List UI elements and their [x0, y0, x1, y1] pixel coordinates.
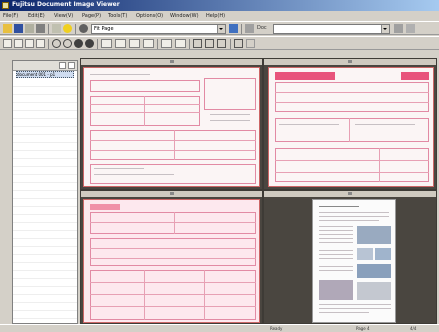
form-page-2 — [268, 67, 434, 187]
copy-icon[interactable] — [52, 24, 61, 33]
prev-icon[interactable] — [74, 39, 83, 48]
settings-icon[interactable] — [79, 24, 88, 33]
app-icon — [2, 2, 9, 9]
go-icon[interactable] — [394, 24, 403, 33]
menu-tools[interactable]: Tools(T) — [108, 13, 127, 19]
form-page-3 — [83, 199, 260, 323]
status-zoom: 4/4 — [410, 326, 417, 331]
chevron-down-icon[interactable] — [381, 25, 389, 33]
list-item[interactable]: document 001 - p1 — [16, 71, 74, 78]
single-page-icon[interactable] — [101, 39, 112, 48]
annotate-icon[interactable] — [217, 39, 226, 48]
select-icon[interactable] — [205, 39, 214, 48]
next-icon[interactable] — [85, 39, 94, 48]
zoom-value: Fit Page — [94, 26, 114, 32]
document-page-4 — [312, 199, 396, 323]
document-list-panel: document 001 - p1 — [12, 60, 78, 324]
menu-help[interactable]: Help(H) — [206, 13, 225, 19]
page-pane-4[interactable] — [264, 191, 436, 323]
undo-icon[interactable] — [246, 39, 255, 48]
menu-view[interactable]: View(V) — [54, 13, 73, 19]
refresh-icon[interactable] — [406, 24, 415, 33]
find-icon[interactable] — [229, 24, 238, 33]
form-page-1 — [83, 67, 260, 187]
panel-header — [13, 61, 77, 71]
menu-window[interactable]: Window(W) — [170, 13, 199, 19]
document-view-area — [80, 58, 437, 324]
rotate-icon[interactable] — [14, 39, 23, 48]
panel-restore-icon[interactable] — [59, 62, 66, 69]
zoom-out-icon[interactable] — [63, 39, 72, 48]
hand-icon[interactable] — [193, 39, 202, 48]
status-page: Page 4 — [356, 326, 370, 331]
page-icon[interactable] — [36, 39, 45, 48]
status-center: Ready — [270, 326, 283, 331]
grid-3x3-icon[interactable] — [143, 39, 154, 48]
thumbnail-icon[interactable] — [3, 39, 12, 48]
open-folder-icon[interactable] — [3, 24, 12, 33]
doc-combo[interactable] — [273, 24, 390, 34]
main-toolbar: Fit Page Doc — [0, 21, 439, 35]
menu-edit[interactable]: Edit(E) — [28, 13, 45, 19]
grid-2x2-icon[interactable] — [129, 39, 140, 48]
rows-icon[interactable] — [161, 39, 172, 48]
window-title: Fujitsu Document Image Viewer — [12, 1, 120, 8]
help-icon[interactable] — [63, 24, 72, 33]
page-pane-3[interactable] — [81, 191, 262, 323]
zoom-combo[interactable]: Fit Page — [91, 24, 226, 34]
bookmark-icon[interactable] — [245, 24, 254, 33]
stamp-icon[interactable] — [234, 39, 243, 48]
two-page-icon[interactable] — [115, 39, 126, 48]
scan-icon[interactable] — [25, 24, 34, 33]
doc-field-label: Doc — [257, 25, 267, 31]
list-body — [13, 79, 77, 323]
columns-icon[interactable] — [175, 39, 186, 48]
page-pane-2[interactable] — [264, 59, 436, 189]
print-icon[interactable] — [36, 24, 45, 33]
zoom-in-icon[interactable] — [52, 39, 61, 48]
chevron-down-icon[interactable] — [217, 25, 225, 33]
menu-file[interactable]: File(F) — [3, 13, 18, 19]
panel-close-icon[interactable] — [68, 62, 75, 69]
page-pane-1[interactable] — [81, 59, 262, 189]
save-icon[interactable] — [14, 24, 23, 33]
view-toolbar — [0, 36, 439, 50]
fit-icon[interactable] — [25, 39, 34, 48]
menu-page[interactable]: Page(P) — [82, 13, 101, 19]
title-bar: Fujitsu Document Image Viewer — [0, 0, 439, 11]
menu-bar: File(F) Edit(E) View(V) Page(P) Tools(T)… — [0, 11, 439, 21]
menu-options[interactable]: Options(O) — [136, 13, 163, 19]
